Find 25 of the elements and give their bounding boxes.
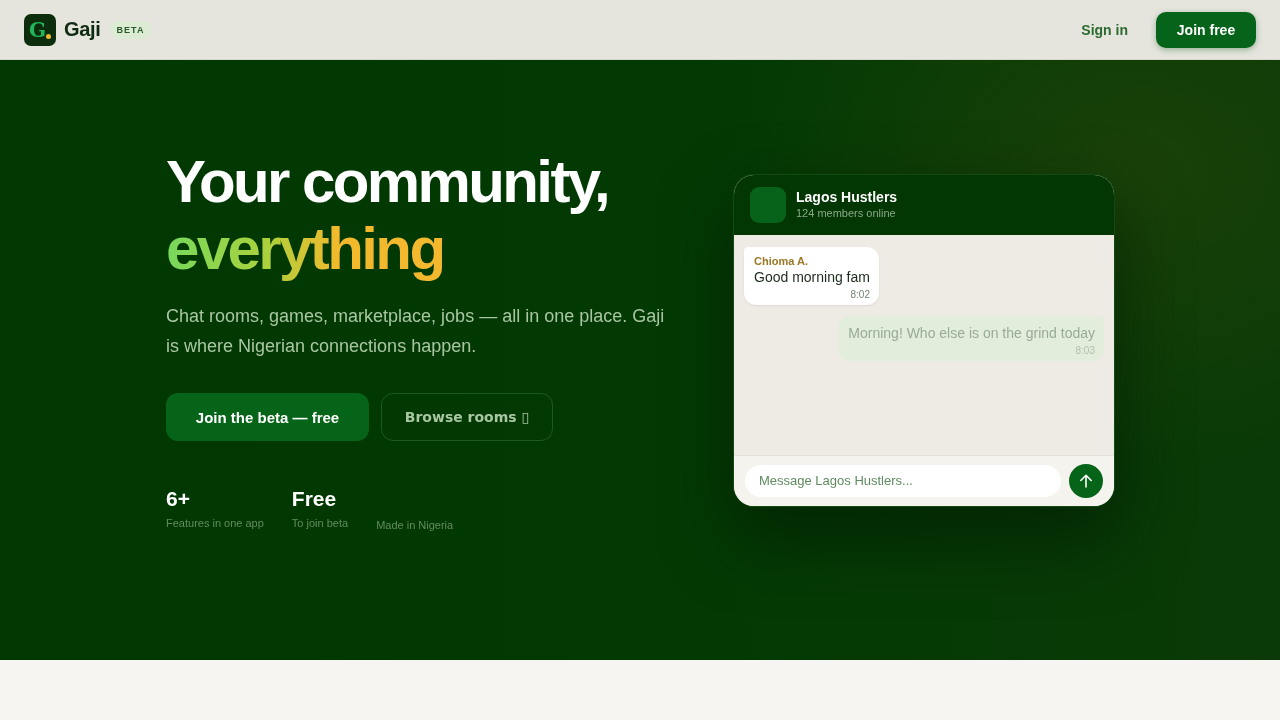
- room-status: 124 members online: [796, 206, 897, 220]
- stat-label: Made in Nigeria: [376, 518, 454, 532]
- hero-title: Your community,: [166, 148, 609, 215]
- room-avatar-icon: [750, 186, 786, 223]
- join-button[interactable]: Join free: [1156, 11, 1256, 48]
- up-arrow-icon: [1079, 473, 1093, 488]
- brand-name: Gaji: [64, 18, 101, 41]
- stat-value: 6+: [166, 486, 191, 512]
- browse-rooms-button[interactable]: Browse rooms ▯: [381, 393, 553, 441]
- sign-in-link[interactable]: Sign in: [1065, 11, 1144, 48]
- message-input[interactable]: Message Lagos Hustlers...: [745, 464, 1061, 497]
- message-text: Good morning fam: [754, 267, 870, 287]
- message-sender: Chioma A.: [754, 253, 809, 268]
- message-time: 8:02: [850, 287, 870, 301]
- logo-letter: G: [29, 19, 47, 40]
- join-beta-button[interactable]: Join the beta — free: [166, 393, 369, 441]
- stat-value: Free: [291, 486, 338, 512]
- hero-description: Chat rooms, games, marketplace, jobs — all in one place. Gaji is where Nigerian connections happen.: [166, 305, 666, 358]
- stat-label: Features in one app: [166, 516, 264, 530]
- send-button[interactable]: [1069, 463, 1103, 498]
- message-text: Morning! Who else is on the grind today: [848, 323, 1095, 343]
- stat-label: To join beta: [291, 516, 349, 530]
- dot-icon: [46, 33, 52, 39]
- beta-tag: BETA: [109, 20, 152, 39]
- room-name: Lagos Hustlers: [796, 189, 898, 206]
